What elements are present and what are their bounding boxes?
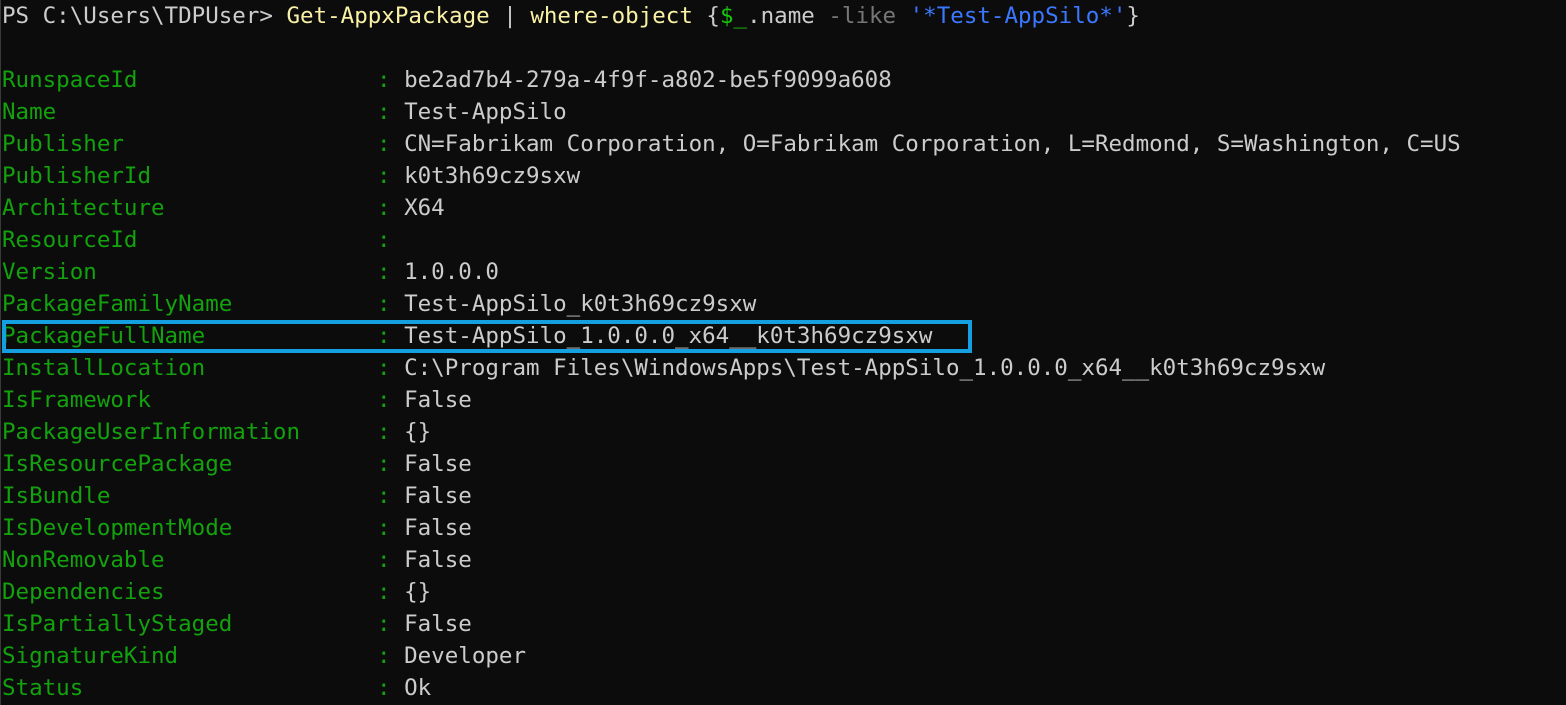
- property-key: PackageUserInformation: [2, 419, 301, 445]
- property-separator: :: [377, 259, 405, 285]
- property-value: Test-AppSilo_k0t3h69cz9sxw: [404, 291, 757, 317]
- property-key: PackageFullName: [2, 323, 206, 349]
- property-separator: :: [377, 483, 405, 509]
- like-operator: -like: [828, 3, 897, 29]
- property-row-isframework: IsFramework: False: [2, 384, 472, 416]
- property-value: False: [404, 451, 472, 477]
- property-key: IsPartiallyStaged: [2, 611, 233, 637]
- property-key: NonRemovable: [2, 547, 165, 573]
- property-key: ResourceId: [2, 227, 138, 253]
- property-value: False: [404, 547, 472, 573]
- property-value: X64: [404, 195, 445, 221]
- property-value: CN=Fabrikam Corporation, O=Fabrikam Corp…: [404, 131, 1461, 157]
- property-row-packagefamilyname: PackageFamilyName: Test-AppSilo_k0t3h69c…: [2, 288, 756, 320]
- property-value: Developer: [404, 643, 527, 669]
- property-key: Publisher: [2, 131, 124, 157]
- powershell-terminal[interactable]: PS C:\Users\TDPUser> Get-AppxPackage | w…: [2, 0, 1566, 705]
- property-row-status: Status: Ok: [2, 672, 431, 704]
- property-value: Ok: [404, 675, 432, 701]
- property-key: PackageFamilyName: [2, 291, 233, 317]
- property-row-dependencies: Dependencies: {}: [2, 576, 431, 608]
- property-key: Status: [2, 675, 84, 701]
- property-key: Architecture: [2, 195, 165, 221]
- property-separator: :: [377, 451, 405, 477]
- property-key: IsDevelopmentMode: [2, 515, 233, 541]
- property-key: InstallLocation: [2, 355, 206, 381]
- prompt: PS C:\Users\TDPUser>: [2, 3, 287, 29]
- property-value: be2ad7b4-279a-4f9f-a802-be5f9099a608: [404, 67, 892, 93]
- property-key: IsResourcePackage: [2, 451, 233, 477]
- property-row-resourceid: ResourceId:: [2, 224, 404, 256]
- property-row-runspaceid: RunspaceId: be2ad7b4-279a-4f9f-a802-be5f…: [2, 64, 892, 96]
- property-separator: :: [377, 99, 405, 125]
- cmdlet-where-object: where-object: [530, 3, 693, 29]
- property-separator: :: [377, 611, 405, 637]
- property-separator: :: [377, 419, 405, 445]
- property-value: C:\Program Files\WindowsApps\Test-AppSil…: [404, 355, 1326, 381]
- property-row-installlocation: InstallLocation: C:\Program Files\Window…: [2, 352, 1325, 384]
- property-separator: :: [377, 547, 405, 573]
- property-row-name: Name: Test-AppSilo: [2, 96, 567, 128]
- property-value: False: [404, 515, 472, 541]
- property-value: {}: [404, 579, 432, 605]
- property-value: {}: [404, 419, 432, 445]
- property-accessor: .name: [747, 3, 829, 29]
- property-row-isdevelopmentmode: IsDevelopmentMode: False: [2, 512, 472, 544]
- property-value: False: [404, 387, 472, 413]
- property-key: Name: [2, 99, 57, 125]
- property-separator: :: [377, 387, 405, 413]
- pipeline-variable: $_: [719, 3, 748, 29]
- property-row-signaturekind: SignatureKind: Developer: [2, 640, 526, 672]
- cmdlet-get-appxpackage: Get-AppxPackage: [286, 3, 490, 29]
- script-block-close: }: [1126, 3, 1140, 29]
- property-row-packageuserinformation: PackageUserInformation: {}: [2, 416, 431, 448]
- property-row-version: Version: 1.0.0.0: [2, 256, 499, 288]
- property-separator: :: [377, 579, 405, 605]
- property-key: RunspaceId: [2, 67, 138, 93]
- property-value: False: [404, 611, 472, 637]
- property-row-packagefullname: PackageFullName: Test-AppSilo_1.0.0.0_x6…: [2, 320, 932, 352]
- window-left-border: [0, 0, 1, 705]
- property-separator: :: [377, 67, 405, 93]
- property-key: Version: [2, 259, 97, 285]
- property-separator: :: [377, 163, 405, 189]
- script-block-open: {: [692, 3, 720, 29]
- property-key: SignatureKind: [2, 643, 179, 669]
- property-separator: :: [377, 515, 405, 541]
- property-value: 1.0.0.0: [404, 259, 499, 285]
- property-row-publisher: Publisher: CN=Fabrikam Corporation, O=Fa…: [2, 128, 1461, 160]
- property-separator: :: [377, 355, 405, 381]
- property-separator: :: [377, 195, 405, 221]
- pipe-operator: |: [489, 3, 531, 29]
- property-row-isbundle: IsBundle: False: [2, 480, 472, 512]
- property-row-isresourcepackage: IsResourcePackage: False: [2, 448, 472, 480]
- property-separator: :: [377, 323, 405, 349]
- property-row-nonremovable: NonRemovable: False: [2, 544, 472, 576]
- command-line: PS C:\Users\TDPUser> Get-AppxPackage | w…: [2, 0, 1140, 32]
- property-separator: :: [377, 643, 405, 669]
- property-key: IsFramework: [2, 387, 152, 413]
- property-value: Test-AppSilo: [404, 99, 567, 125]
- filter-pattern: '*Test-AppSilo*': [909, 3, 1127, 29]
- property-value: k0t3h69cz9sxw: [404, 163, 581, 189]
- property-separator: :: [377, 227, 405, 253]
- property-key: IsBundle: [2, 483, 111, 509]
- property-row-publisherid: PublisherId: k0t3h69cz9sxw: [2, 160, 580, 192]
- property-row-ispartiallystaged: IsPartiallyStaged: False: [2, 608, 472, 640]
- property-key: Dependencies: [2, 579, 165, 605]
- property-row-architecture: Architecture: X64: [2, 192, 445, 224]
- property-value: False: [404, 483, 472, 509]
- property-separator: :: [377, 131, 405, 157]
- property-separator: :: [377, 291, 405, 317]
- property-key: PublisherId: [2, 163, 152, 189]
- property-value: Test-AppSilo_1.0.0.0_x64__k0t3h69cz9sxw: [404, 323, 933, 349]
- property-separator: :: [377, 675, 405, 701]
